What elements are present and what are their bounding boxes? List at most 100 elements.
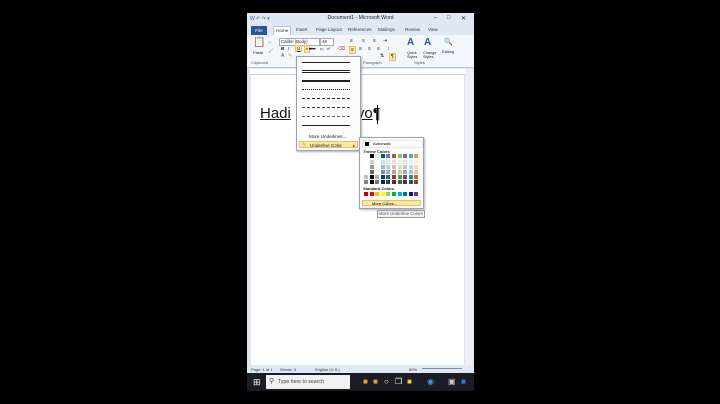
theme-color-swatch[interactable]: [380, 180, 385, 184]
theme-color-swatch[interactable]: [364, 170, 368, 174]
zoom-slider[interactable]: [422, 368, 462, 369]
theme-color-swatch[interactable]: [386, 165, 391, 169]
find-icon[interactable]: 🔍: [444, 38, 453, 46]
theme-color-swatch[interactable]: [369, 160, 374, 164]
word-taskbar-icon[interactable]: ■: [461, 377, 466, 386]
theme-color-swatch[interactable]: [408, 175, 413, 179]
edge-icon[interactable]: ◉: [427, 377, 434, 386]
tab-mailings[interactable]: Mailings: [378, 27, 395, 32]
theme-color-swatch[interactable]: [375, 165, 380, 169]
app-icon-3[interactable]: ○: [384, 377, 389, 386]
text-effects-icon[interactable]: A: [281, 53, 284, 59]
app-icon-1[interactable]: ■: [363, 377, 368, 386]
standard-color-swatch[interactable]: [386, 192, 391, 196]
theme-color-swatch[interactable]: [380, 154, 385, 158]
theme-color-swatch[interactable]: [403, 175, 408, 179]
standard-color-swatch[interactable]: [375, 192, 380, 196]
standard-color-swatch[interactable]: [397, 192, 402, 196]
multilevel-list-icon[interactable]: ≡: [373, 38, 376, 44]
theme-color-swatch[interactable]: [392, 175, 396, 179]
theme-color-swatch[interactable]: [392, 160, 396, 164]
theme-color-swatch[interactable]: [414, 165, 419, 169]
more-underlines-item[interactable]: More Underlines...: [299, 133, 358, 140]
app-icon-2[interactable]: ■: [373, 377, 378, 386]
bold-button[interactable]: B: [281, 46, 284, 51]
theme-color-swatch[interactable]: [408, 154, 413, 158]
theme-color-swatch[interactable]: [364, 180, 368, 184]
tab-view[interactable]: View: [428, 27, 438, 32]
theme-color-swatch[interactable]: [380, 175, 385, 179]
cut-icon[interactable]: ✂: [268, 40, 272, 46]
tab-home[interactable]: Home: [273, 26, 292, 35]
underline-option-dot-dash[interactable]: [302, 107, 350, 108]
highlight-icon[interactable]: ✎: [288, 53, 292, 59]
theme-color-swatch[interactable]: [386, 154, 391, 158]
photos-icon[interactable]: ▣: [448, 377, 456, 386]
theme-color-swatch[interactable]: [375, 154, 380, 158]
theme-color-swatch[interactable]: [369, 175, 374, 179]
superscript-icon[interactable]: x²: [327, 46, 330, 51]
strikethrough-icon[interactable]: abc: [309, 46, 315, 51]
align-right-icon[interactable]: ≡: [368, 46, 371, 52]
theme-color-swatch[interactable]: [408, 170, 413, 174]
underline-option-dot-dot-dash[interactable]: [302, 116, 350, 117]
standard-color-swatch[interactable]: [414, 192, 419, 196]
theme-color-swatch[interactable]: [403, 170, 408, 174]
status-zoom[interactable]: 80%: [409, 367, 417, 372]
standard-color-swatch[interactable]: [364, 192, 368, 196]
theme-color-swatch[interactable]: [397, 170, 402, 174]
theme-color-swatch[interactable]: [397, 175, 402, 179]
theme-color-swatch[interactable]: [414, 170, 419, 174]
theme-color-swatch[interactable]: [403, 165, 408, 169]
theme-color-swatch[interactable]: [386, 160, 391, 164]
theme-color-swatch[interactable]: [375, 175, 380, 179]
theme-color-swatch[interactable]: [392, 180, 396, 184]
theme-color-swatch[interactable]: [397, 160, 402, 164]
tab-page-layout[interactable]: Page Layout: [316, 27, 342, 32]
theme-color-swatch[interactable]: [397, 165, 402, 169]
more-colors-item[interactable]: More Colors...: [362, 200, 421, 206]
sort-icon[interactable]: ⇅: [380, 53, 384, 59]
theme-color-swatch[interactable]: [369, 154, 374, 158]
theme-color-swatch[interactable]: [369, 165, 374, 169]
underline-button[interactable]: U: [295, 45, 303, 52]
tab-file[interactable]: File: [251, 26, 267, 35]
format-painter-icon[interactable]: 🖌: [268, 48, 274, 54]
theme-color-swatch[interactable]: [392, 165, 396, 169]
task-view-icon[interactable]: ❐: [395, 377, 402, 386]
quick-styles-icon[interactable]: A: [407, 37, 414, 48]
taskbar-search[interactable]: ⚲ Type here to search: [266, 375, 350, 389]
standard-color-swatch[interactable]: [403, 192, 408, 196]
windows-start-icon[interactable]: ⊞: [253, 377, 261, 388]
theme-color-swatch[interactable]: [380, 165, 385, 169]
theme-color-swatch[interactable]: [403, 160, 408, 164]
theme-color-swatch[interactable]: [364, 165, 368, 169]
theme-color-swatch[interactable]: [375, 180, 380, 184]
theme-color-swatch[interactable]: [369, 180, 374, 184]
automatic-color-item[interactable]: Automatic: [362, 140, 423, 148]
theme-color-swatch[interactable]: [397, 180, 402, 184]
bullets-icon[interactable]: ≡: [350, 38, 353, 44]
underline-option-thick[interactable]: [302, 80, 350, 82]
paste-icon[interactable]: 📋: [253, 37, 265, 48]
align-center-icon[interactable]: ≡: [359, 46, 362, 52]
close-button[interactable]: ✕: [461, 15, 466, 22]
underline-color-item[interactable]: ✎ Underline Color ▸: [299, 141, 358, 148]
theme-color-swatch[interactable]: [414, 180, 419, 184]
numbering-icon[interactable]: ≡: [362, 38, 365, 44]
maximize-button[interactable]: □: [447, 15, 451, 21]
indent-icon[interactable]: ⇥: [383, 38, 387, 44]
standard-color-swatch[interactable]: [380, 192, 385, 196]
theme-color-swatch[interactable]: [364, 175, 368, 179]
theme-color-swatch[interactable]: [369, 170, 374, 174]
align-left-icon[interactable]: ≡: [349, 46, 356, 54]
editing-button[interactable]: Editing: [442, 49, 454, 54]
vertical-scrollbar[interactable]: [465, 69, 473, 367]
status-words[interactable]: Words: 3: [280, 367, 296, 372]
theme-color-swatch[interactable]: [408, 165, 413, 169]
status-language[interactable]: English (U.S.): [315, 367, 340, 372]
theme-color-swatch[interactable]: [375, 160, 380, 164]
underline-option-single[interactable]: [302, 62, 350, 63]
theme-color-swatch[interactable]: [386, 180, 391, 184]
theme-color-swatch[interactable]: [364, 154, 368, 158]
